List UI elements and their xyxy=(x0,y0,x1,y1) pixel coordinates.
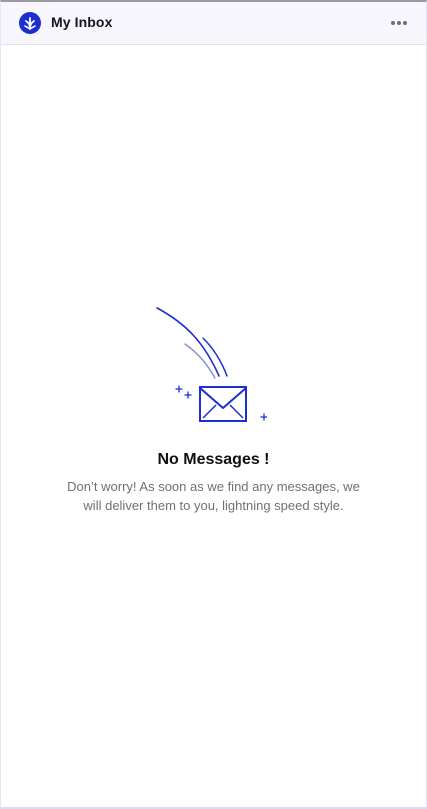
empty-state-title: No Messages ! xyxy=(157,451,270,468)
more-horizontal-icon-dot xyxy=(403,21,407,25)
empty-state-description: Don’t worry! As soon as we find any mess… xyxy=(67,479,360,513)
more-options-button[interactable] xyxy=(388,13,410,33)
sprout-logo-glyph xyxy=(24,17,36,30)
empty-state: No Messages ! Don’t worry! As soon as we… xyxy=(1,302,426,515)
more-horizontal-icon xyxy=(391,21,395,25)
inbox-panel: My Inbox No Messages ! Don’t worry! As s… xyxy=(0,0,427,809)
page-title: My Inbox xyxy=(51,14,113,30)
brand-logo-icon xyxy=(19,12,41,34)
more-horizontal-icon-dot xyxy=(397,21,401,25)
flying-envelope-icon xyxy=(155,307,267,422)
inbox-header: My Inbox xyxy=(1,2,426,45)
